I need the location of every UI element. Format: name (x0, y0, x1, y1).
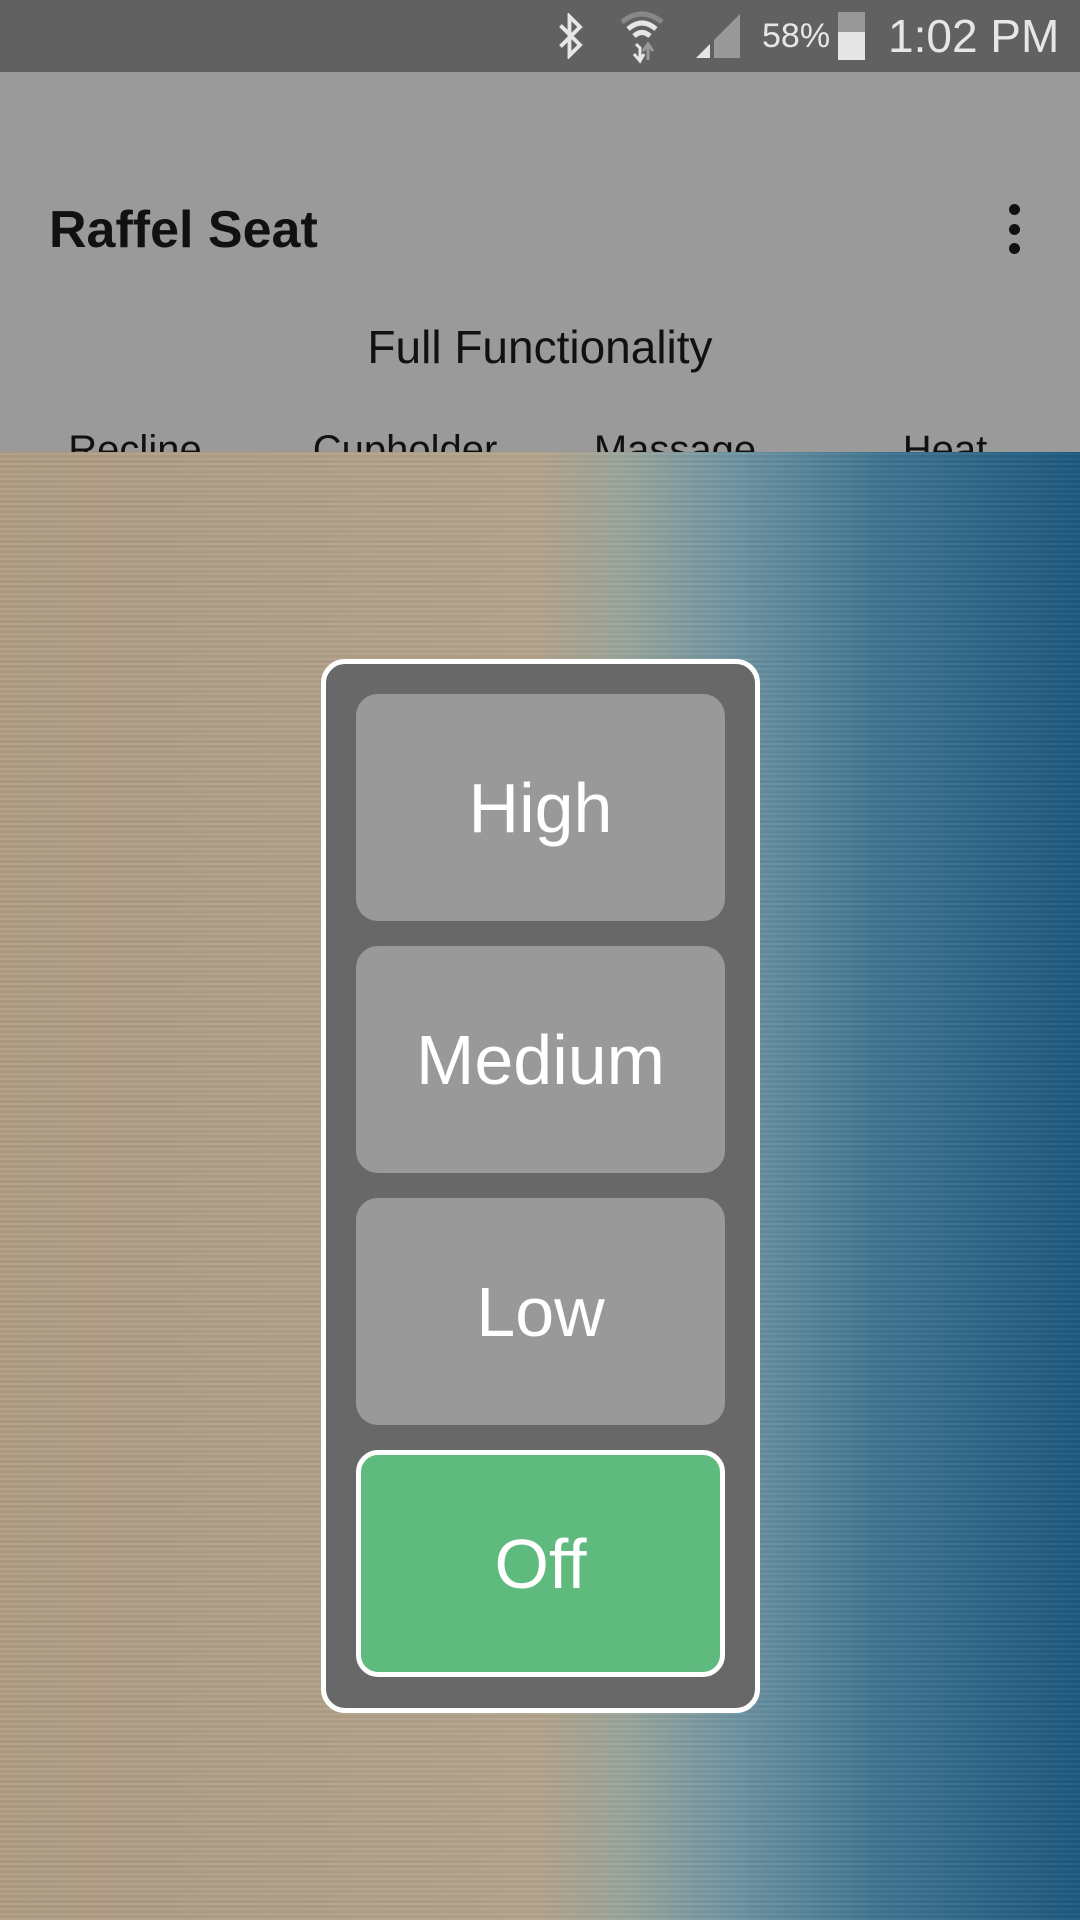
heat-medium-button[interactable]: Medium (356, 946, 725, 1173)
app-title: Raffel Seat (49, 201, 318, 259)
page-subtitle: Full Functionality (367, 321, 713, 373)
signal-icon (694, 0, 742, 72)
heat-off-button[interactable]: Off (356, 1450, 725, 1677)
heat-level-panel: High Medium Low Off (321, 659, 760, 1713)
clock: 1:02 PM (888, 10, 1060, 62)
more-vert-icon[interactable] (996, 204, 1032, 254)
heat-high-button[interactable]: High (356, 694, 725, 921)
battery-icon (838, 0, 865, 72)
wifi-icon (618, 0, 666, 72)
heat-low-button[interactable]: Low (356, 1198, 725, 1425)
bluetooth-icon (553, 0, 589, 72)
status-bar: 58% 1:02 PM (0, 0, 1080, 72)
battery-percent: 58% (762, 16, 831, 55)
app-bar: Raffel Seat Full Functionality Recline C… (0, 72, 1080, 524)
